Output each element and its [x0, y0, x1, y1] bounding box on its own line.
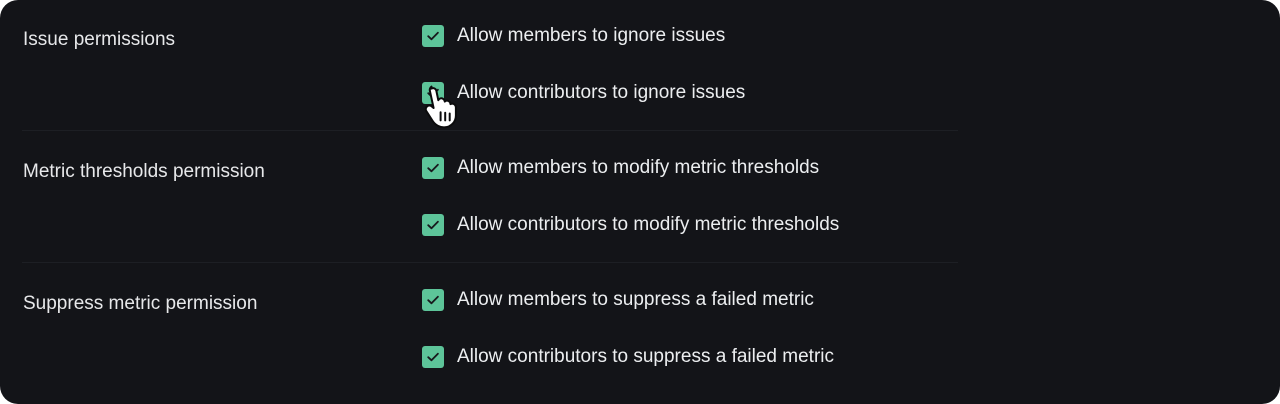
checkbox-checked[interactable]: [422, 82, 444, 104]
checkbox-checked[interactable]: [422, 25, 444, 47]
option-label: Allow contributors to suppress a failed …: [457, 346, 834, 367]
allow-members-suppress-failed-metric-checkbox[interactable]: Allow members to suppress a failed metri…: [422, 288, 814, 312]
checkbox-checked[interactable]: [422, 157, 444, 179]
allow-contributors-modify-metric-thresholds-checkbox[interactable]: Allow contributors to modify metric thre…: [422, 213, 839, 237]
option-label: Allow contributors to modify metric thre…: [457, 214, 840, 235]
checkbox-checked[interactable]: [422, 289, 444, 311]
section-label-suppress-metric-permission: Suppress metric permission: [23, 293, 258, 314]
allow-contributors-suppress-failed-metric-checkbox[interactable]: Allow contributors to suppress a failed …: [422, 345, 834, 369]
allow-contributors-ignore-issues-checkbox[interactable]: Allow contributors to ignore issues: [422, 81, 745, 105]
check-icon: [427, 88, 439, 98]
check-icon: [427, 31, 439, 41]
suppress-metric-permission-section: Suppress metric permission Allow members…: [0, 264, 1280, 396]
option-label: Allow members to modify metric threshold…: [457, 157, 820, 178]
checkbox-checked[interactable]: [422, 346, 444, 368]
allow-members-modify-metric-thresholds-checkbox[interactable]: Allow members to modify metric threshold…: [422, 156, 819, 180]
checkbox-checked[interactable]: [422, 214, 444, 236]
check-icon: [427, 352, 439, 362]
section-divider: [22, 262, 958, 263]
option-label: Allow members to suppress a failed metri…: [457, 289, 814, 310]
section-label-issue-permissions: Issue permissions: [23, 29, 176, 50]
option-label: Allow members to ignore issues: [457, 25, 726, 46]
permissions-panel: Issue permissions Allow members to ignor…: [0, 0, 1280, 404]
section-divider: [22, 130, 958, 131]
check-icon: [427, 163, 439, 173]
allow-members-ignore-issues-checkbox[interactable]: Allow members to ignore issues: [422, 24, 725, 48]
section-label-metric-thresholds-permission: Metric thresholds permission: [23, 161, 265, 182]
option-label: Allow contributors to ignore issues: [457, 82, 746, 103]
issue-permissions-section: Issue permissions Allow members to ignor…: [0, 0, 1280, 132]
check-icon: [427, 220, 439, 230]
metric-thresholds-permission-section: Metric thresholds permission Allow membe…: [0, 132, 1280, 264]
check-icon: [427, 295, 439, 305]
